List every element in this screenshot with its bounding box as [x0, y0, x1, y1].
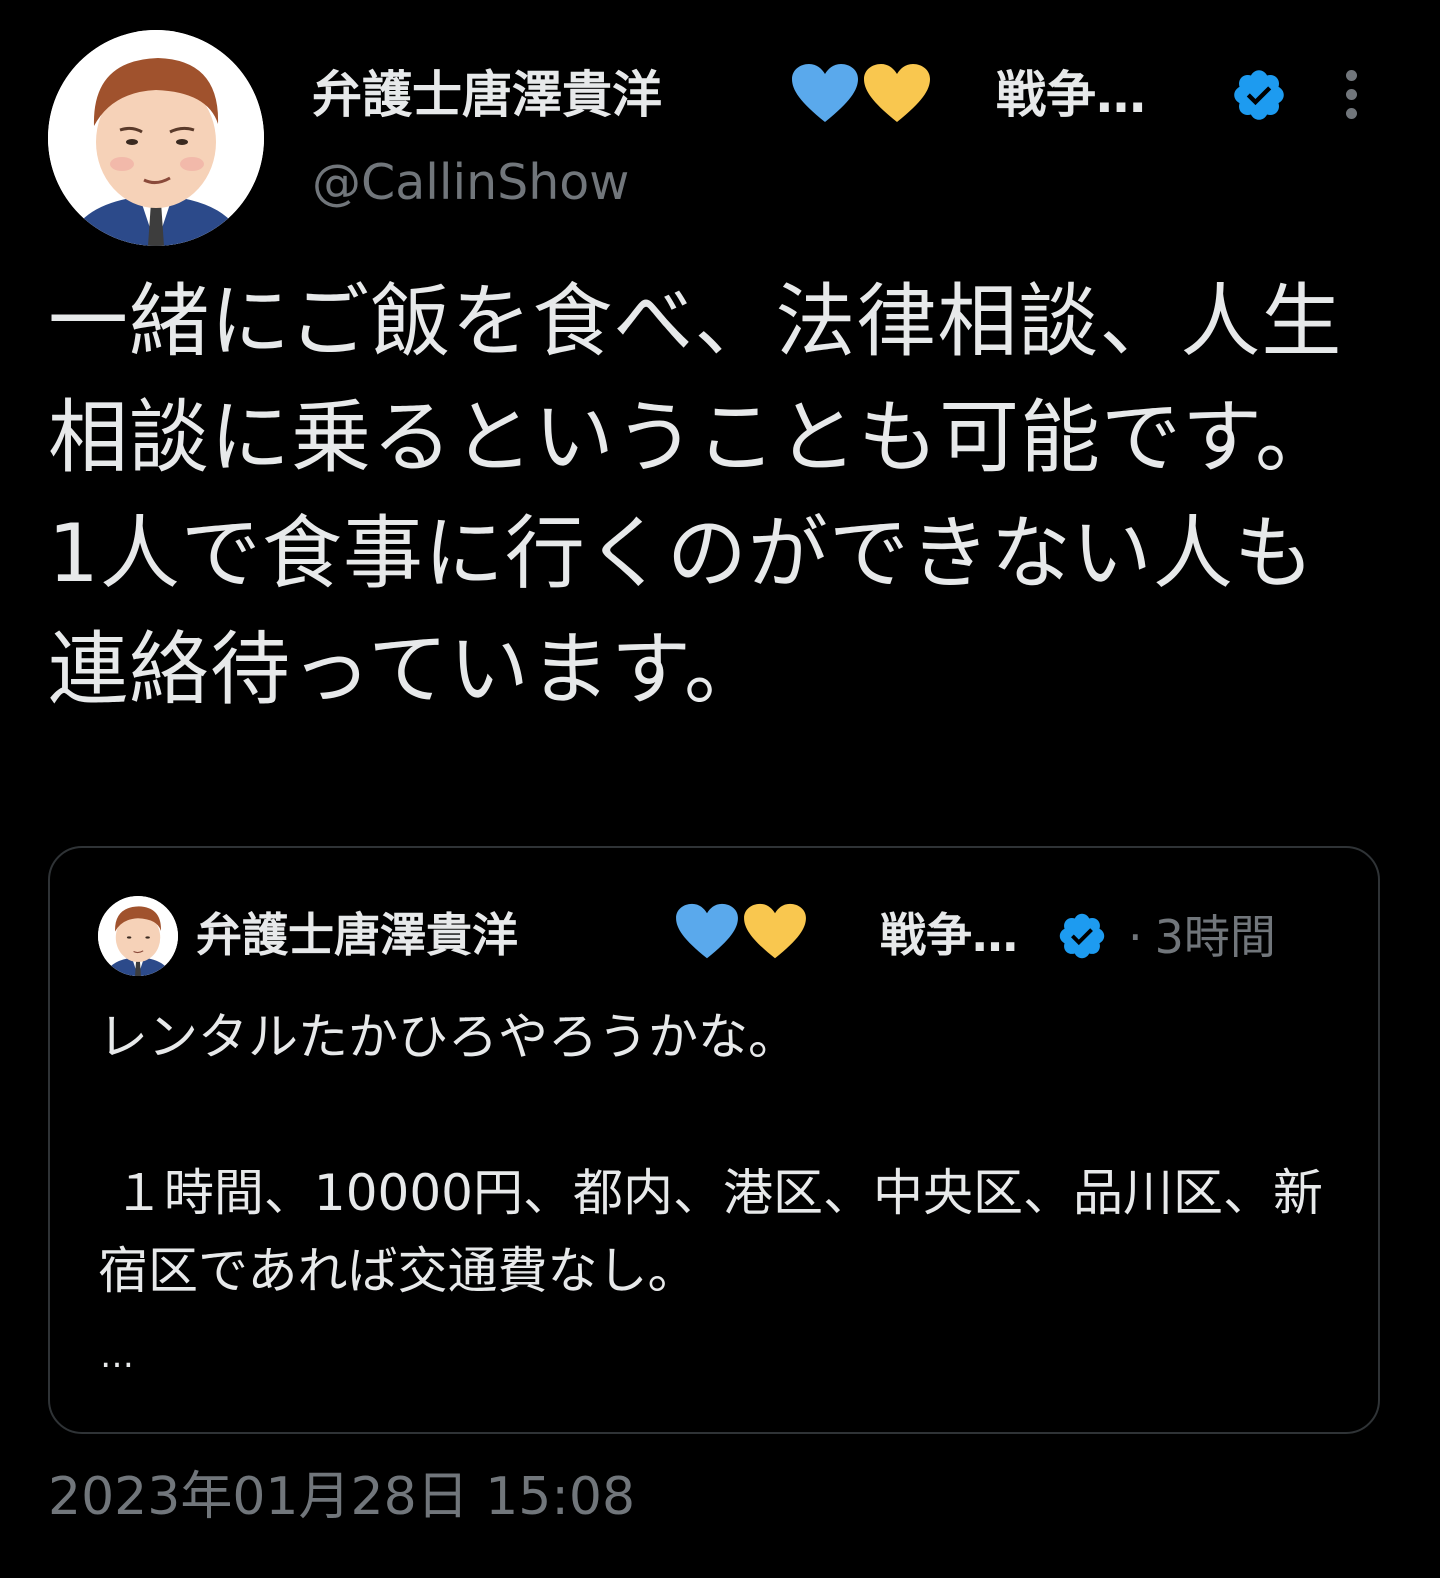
author-handle[interactable]: @CallinShow — [312, 150, 629, 216]
tweet-text: 一緒にご飯を食べ、法律相談、人生相談に乗るということも可能です。 1人で食事に行… — [48, 275, 1343, 716]
tweet-timestamp[interactable]: 2023年01月28日 15:08 — [48, 1462, 635, 1532]
name-emoji-group — [790, 62, 932, 126]
blue-heart-icon — [676, 903, 738, 959]
author-name-suffix[interactable]: 戦争… — [996, 60, 1146, 130]
quoted-author-avatar — [98, 896, 178, 976]
quoted-name-emoji-group — [674, 902, 808, 962]
more-options-icon[interactable] — [1326, 62, 1376, 126]
quoted-tweet-text: レンタルたかひろやろうかな。 １時間、10000円、都内、港区、中央区、品川区、… — [98, 1008, 1323, 1300]
blue-heart-icon — [792, 64, 858, 122]
quoted-author-name-suffix: 戦争… — [880, 908, 1018, 962]
author-avatar[interactable] — [48, 30, 264, 246]
quoted-author-display-name: 弁護士唐澤貴洋 — [196, 908, 518, 962]
avatar-illustration — [98, 896, 178, 976]
quoted-tweet-time[interactable]: · 3時間 — [1128, 902, 1276, 972]
time-separator: · — [1128, 910, 1143, 964]
relative-time: 3時間 — [1154, 910, 1276, 964]
verified-badge-icon — [1234, 70, 1284, 120]
quoted-tweet-truncation: … — [100, 1336, 134, 1376]
avatar-illustration — [48, 30, 264, 246]
yellow-heart-icon — [864, 64, 930, 122]
yellow-heart-icon — [744, 903, 806, 959]
verified-badge-icon — [1059, 913, 1105, 959]
quoted-tweet-card[interactable]: 弁護士唐澤貴洋 戦争… · 3時間 レンタルたかひろやろうかな。 １時間、1000… — [48, 846, 1380, 1434]
author-display-name[interactable]: 弁護士唐澤貴洋 — [312, 60, 662, 130]
